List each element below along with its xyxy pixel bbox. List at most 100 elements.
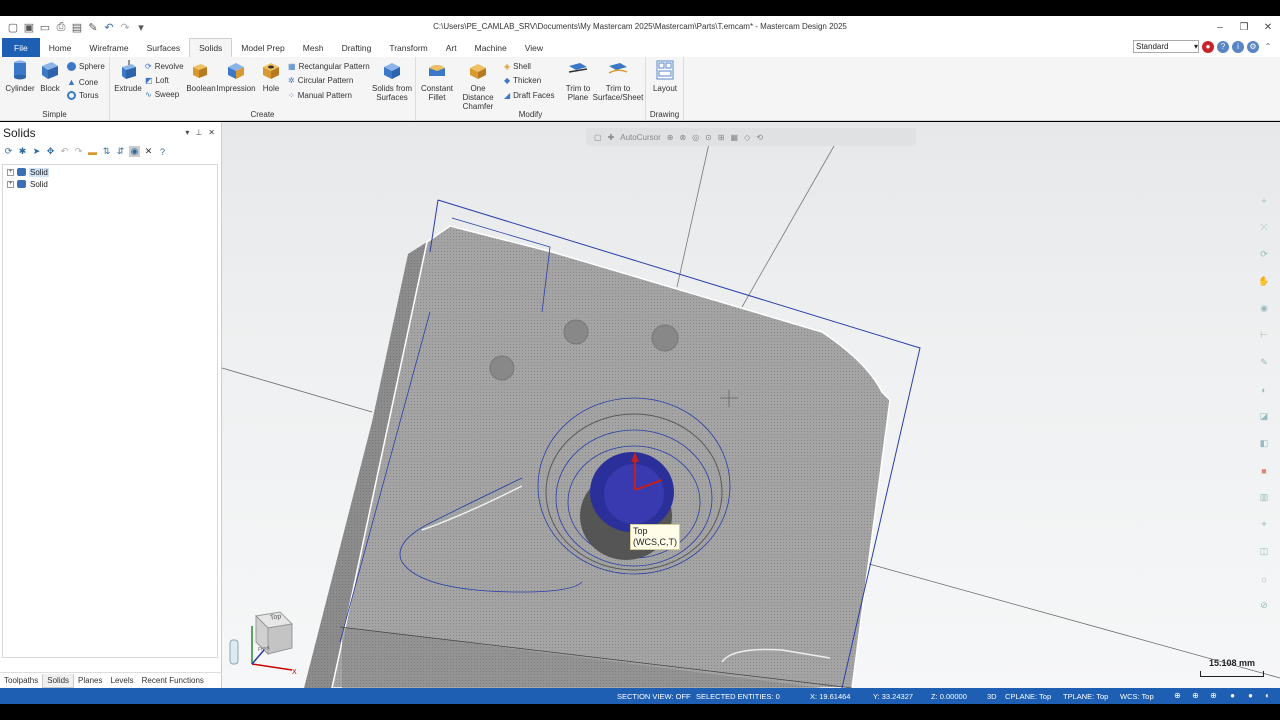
open-icon[interactable]: ▭ <box>38 20 52 34</box>
endpoint-icon[interactable]: ⊕ <box>667 133 674 142</box>
revolve-button[interactable]: ⟳ Revolve <box>145 62 184 71</box>
delete-icon[interactable]: ✕ <box>143 146 154 157</box>
draft-faces-button[interactable]: ◢ Draft Faces <box>504 91 555 100</box>
grid-icon[interactable]: ▦ <box>731 133 739 142</box>
loft-button[interactable]: ◩ Loft <box>145 76 169 85</box>
graphics-viewport[interactable]: ▢ ✚ AutoCursor ⊕ ⊗ ◎ ⊙ ⊞ ▦ ◇ ⟲ + ⤫ ⟳ ✋ ◉… <box>222 122 1280 688</box>
manual-pattern-button[interactable]: ⁘ Manual Pattern <box>288 91 352 100</box>
hole-button[interactable]: Hole <box>258 59 284 93</box>
trim-to-surface-button[interactable]: Trim to Surface/Sheet <box>592 59 644 102</box>
autocursor-label[interactable]: AutoCursor <box>620 133 660 142</box>
extrude-button[interactable]: Extrude <box>114 59 142 93</box>
tab-mesh[interactable]: Mesh <box>294 38 333 57</box>
material-icon[interactable]: ● <box>1245 690 1256 701</box>
help-icon[interactable]: ? <box>1217 40 1229 53</box>
autocursor-icon[interactable]: ✚ <box>608 133 615 142</box>
customize-qat-icon[interactable]: ▾ <box>134 20 148 34</box>
trim-to-plane-button[interactable]: Trim to Plane <box>564 59 592 102</box>
undo-icon[interactable]: ↶ <box>59 146 70 157</box>
cplane-status[interactable]: CPLANE: Top <box>1005 692 1051 701</box>
tree-item[interactable]: + Solid <box>7 179 217 189</box>
redo-icon[interactable]: ↷ <box>73 146 84 157</box>
tab-machine[interactable]: Machine <box>466 38 516 57</box>
constant-fillet-button[interactable]: Constant Fillet <box>420 59 454 102</box>
light-icon[interactable]: ☼ <box>1256 570 1272 587</box>
cylinder-button[interactable]: Cylinder <box>5 59 35 93</box>
analyze-icon[interactable]: ✎ <box>1256 354 1272 371</box>
tab-file[interactable]: File <box>2 38 40 57</box>
tag-icon[interactable]: ⌖ <box>1256 516 1272 533</box>
tab-transform[interactable]: Transform <box>380 38 436 57</box>
shade-icon[interactable]: ◐ <box>1256 381 1272 398</box>
move-op-icon[interactable]: ⇵ <box>115 146 126 157</box>
solid-view-icon[interactable]: ▥ <box>1256 489 1272 506</box>
workspace-select[interactable]: Standard ▾ <box>1133 40 1199 53</box>
help-icon[interactable]: ? <box>157 146 168 157</box>
translucency-icon[interactable]: ◐ <box>1262 690 1273 701</box>
shaded-icon[interactable]: ● <box>1227 690 1238 701</box>
folder-icon[interactable]: ▬ <box>87 146 98 157</box>
wireframe-icon[interactable]: ⊕ <box>1208 690 1219 701</box>
expand-icon[interactable]: + <box>7 180 14 188</box>
no-entry-icon[interactable]: ⊘ <box>1256 597 1272 614</box>
solids-from-surfaces-button[interactable]: Solids from Surfaces <box>370 59 414 102</box>
tree-item[interactable]: + Solid <box>7 167 217 177</box>
tab-toolpaths[interactable]: Toolpaths <box>0 674 42 688</box>
save-icon[interactable]: ▣ <box>22 20 36 34</box>
edit-icon[interactable]: ✎ <box>86 20 100 34</box>
thicken-button[interactable]: ◆ Thicken <box>504 76 541 85</box>
rectangular-pattern-button[interactable]: ▦ Rectangular Pattern <box>288 62 370 71</box>
quadrant-icon[interactable]: ◇ <box>744 133 750 142</box>
block-button[interactable]: Block <box>36 59 64 93</box>
level-icon[interactable]: ◧ <box>1256 435 1272 452</box>
minimize-icon[interactable]: – <box>1208 16 1232 38</box>
snap-icon[interactable]: ⊞ <box>718 133 725 142</box>
shell-button[interactable]: ◈ Shell <box>504 62 531 71</box>
tangent-icon[interactable]: ⊙ <box>705 133 712 142</box>
torus-button[interactable]: Torus <box>67 91 99 100</box>
one-distance-chamfer-button[interactable]: One Distance Chamfer <box>454 59 502 111</box>
regenerate-icon[interactable]: ⟳ <box>3 146 14 157</box>
stop-op-icon[interactable]: ⇅ <box>101 146 112 157</box>
tab-planes[interactable]: Planes <box>74 674 106 688</box>
zoom-in-icon[interactable]: + <box>1256 192 1272 209</box>
section-view-status[interactable]: SECTION VIEW: OFF <box>617 692 691 701</box>
measure-icon[interactable]: ⊢ <box>1256 327 1272 344</box>
pan-icon[interactable]: ✋ <box>1256 273 1272 290</box>
globe-icon[interactable]: ⊕ <box>1172 690 1183 701</box>
globe-icon[interactable]: ⊕ <box>1190 690 1201 701</box>
midpoint-icon[interactable]: ⊗ <box>679 133 686 142</box>
cone-button[interactable]: ▲ Cone <box>67 77 98 87</box>
tab-solids[interactable]: Solids <box>189 38 233 57</box>
hide-icon[interactable]: ◉ <box>129 146 140 157</box>
pin-icon[interactable]: ⊥ <box>195 128 202 137</box>
maximize-icon[interactable]: ❐ <box>1232 16 1256 38</box>
rotate-icon[interactable]: ⟳ <box>1256 246 1272 263</box>
tab-levels[interactable]: Levels <box>107 674 138 688</box>
info-icon[interactable]: i <box>1232 40 1244 53</box>
wcs-status[interactable]: WCS: Top <box>1120 692 1154 701</box>
tab-recent-functions[interactable]: Recent Functions <box>138 674 208 688</box>
impression-button[interactable]: Impression <box>216 59 256 93</box>
redo-icon[interactable]: ↷ <box>118 20 132 34</box>
sweep-button[interactable]: ∿ Sweep <box>145 90 179 99</box>
color-icon[interactable]: ■ <box>1256 462 1272 479</box>
tab-drafting[interactable]: Drafting <box>333 38 381 57</box>
layout-button[interactable]: Layout <box>650 59 680 93</box>
tab-solids-manager[interactable]: Solids <box>42 673 75 688</box>
nearest-icon[interactable]: ⟲ <box>756 133 763 142</box>
close-icon[interactable]: ✕ <box>1256 16 1280 38</box>
center-icon[interactable]: ◎ <box>692 133 699 142</box>
lock-icon[interactable]: ▢ <box>594 133 602 142</box>
fit-icon[interactable]: ⤫ <box>1256 219 1272 236</box>
logo-icon[interactable]: ● <box>1202 40 1214 53</box>
boolean-button[interactable]: Boolean <box>186 59 216 93</box>
tab-model-prep[interactable]: Model Prep <box>232 38 293 57</box>
tplane-status[interactable]: TPLANE: Top <box>1063 692 1108 701</box>
options-icon[interactable]: ⚙ <box>1247 40 1259 53</box>
print-icon[interactable]: ⎙ <box>54 20 68 34</box>
section-icon[interactable]: ◪ <box>1256 408 1272 425</box>
view-icon[interactable]: ◉ <box>1256 300 1272 317</box>
undo-icon[interactable]: ↶ <box>102 20 116 34</box>
sphere-button[interactable]: Sphere <box>67 62 105 71</box>
